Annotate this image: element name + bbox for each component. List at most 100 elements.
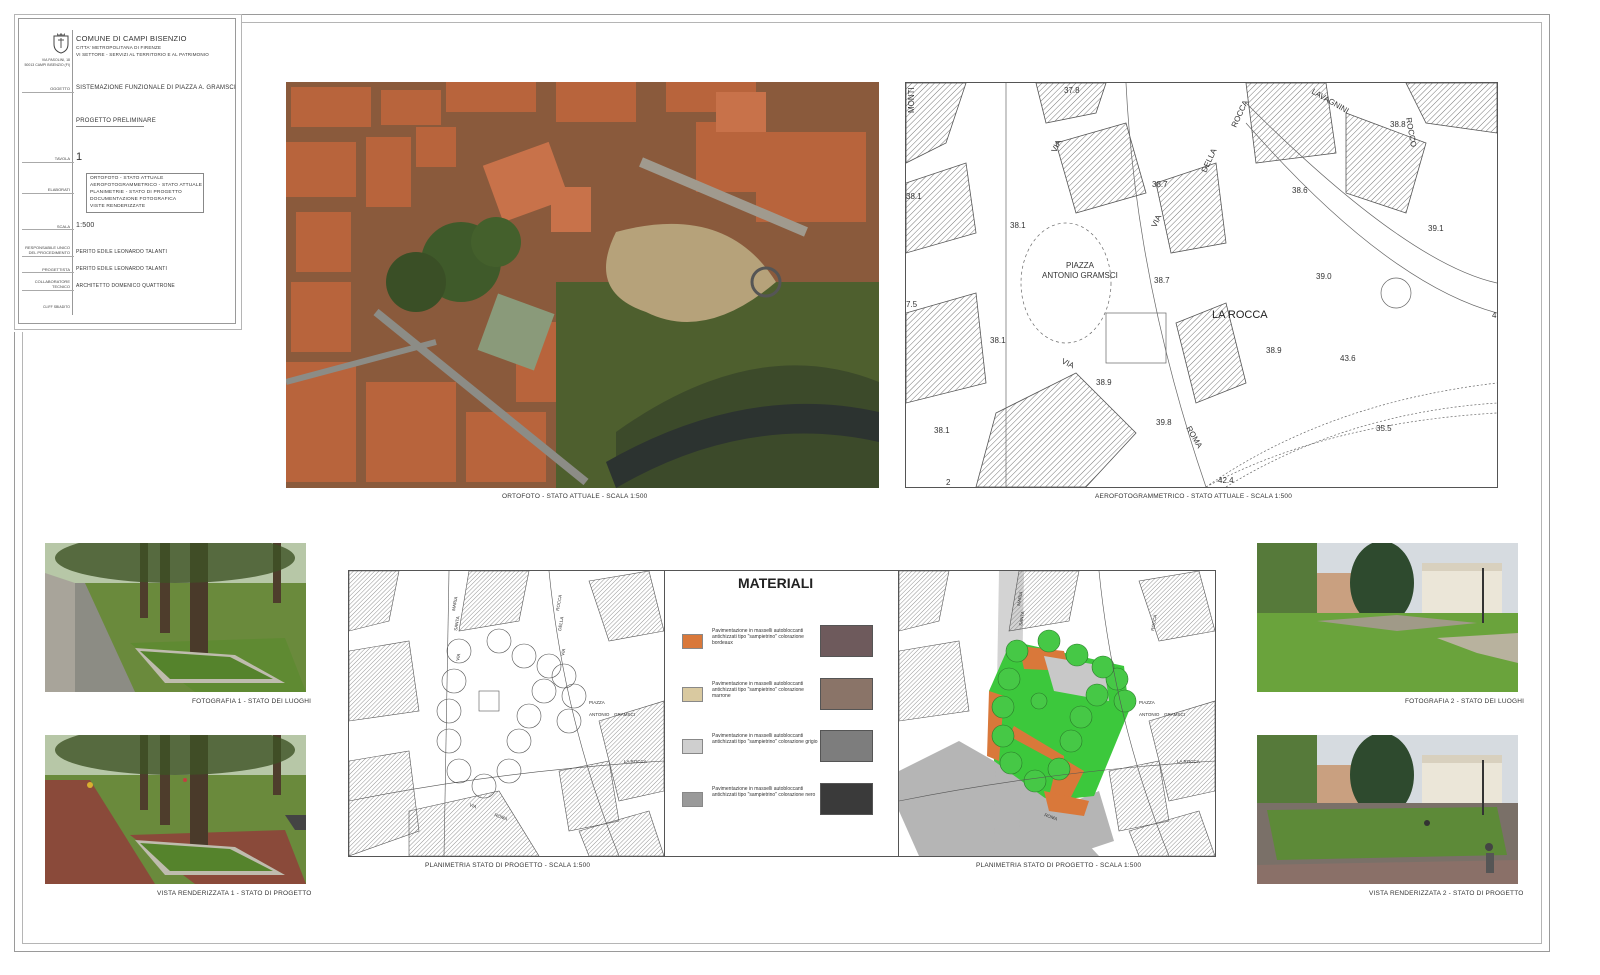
plan-left-label-via-2: VIA [560, 648, 566, 656]
plan-left-label-piazza: PIAZZA [589, 700, 605, 705]
elevation-label: 4 [1492, 311, 1497, 320]
value-collaboratore: Architetto Domenico Quattrone [76, 283, 175, 289]
plan-left-label-la-rocca: LA ROCCA [624, 759, 647, 764]
vista-2-drawing [1257, 735, 1518, 884]
label-elaborati: Elaborati [47, 187, 70, 192]
row-rule [22, 290, 74, 291]
caption-plan-right: Planimetria stato di progetto - Scala 1:… [976, 862, 1142, 869]
municipality-crest-icon [53, 33, 69, 54]
elevation-label: 38.1 [906, 192, 922, 201]
plan-right-label-gramsci: GRAMSCI [1164, 712, 1185, 717]
label-collaboratore: Collaboratore Tecnico [34, 279, 70, 289]
map-label-via-3: VIA [1060, 357, 1076, 371]
plan-left-label-gramsci: GRAMSCI [614, 712, 635, 717]
material-row: Pavimentazione in masselli autobloccanti… [682, 625, 882, 659]
caption-vista-2: Vista renderizzata 2 - Stato di progetto [1369, 890, 1524, 897]
plan-left-label-della: DELLA [557, 616, 564, 631]
elaborato-item: Documentazione fotografica [90, 197, 177, 202]
label-rup: Responsabile Unico del Procedimento [25, 245, 70, 255]
material-swatch [682, 792, 703, 807]
elevation-label: 38.6 [1292, 186, 1308, 195]
material-text: Pavimentazione in masselli autobloccanti… [712, 628, 804, 646]
material-row: Pavimentazione in masselli autobloccanti… [682, 730, 882, 764]
plan-left-label-antonio: ANTONIO [589, 712, 610, 717]
value-fase: Progetto Preliminare [76, 118, 156, 124]
plan-right-svg: SANTA MARIA ROCCA PIAZZA ANTONIO GRAMSCI… [899, 571, 1215, 856]
plan-left-label-maria: MARIA [451, 596, 458, 611]
elaborato-item: Aerofotogrammetrico - Stato attuale [90, 183, 203, 188]
value-scala: 1:500 [76, 222, 95, 229]
caption-foto-1: Fotografia 1 - Stato dei luoghi [192, 698, 312, 705]
material-texture [820, 625, 873, 657]
plan-right-drawing: SANTA MARIA ROCCA PIAZZA ANTONIO GRAMSCI… [899, 571, 1215, 856]
elevation-label: 37.8 [1064, 86, 1080, 95]
foto-2-drawing [1257, 543, 1518, 692]
label-oggetto: Oggetto [50, 86, 70, 91]
elevation-label: 38.9 [1096, 378, 1112, 387]
material-swatch [682, 739, 703, 754]
elevation-label: 39.8 [1156, 418, 1172, 427]
row-rule [22, 229, 74, 230]
elevation-label: 42.4 [1218, 476, 1234, 485]
vista-1-image [45, 735, 306, 884]
material-texture [820, 730, 873, 762]
foto-2-image [1257, 543, 1518, 692]
map-label-roma: ROMA [1184, 425, 1204, 451]
foto-1-image [45, 543, 306, 692]
row-rule [22, 92, 74, 93]
elevation-label: 2 [946, 478, 951, 487]
plan-divider-left [664, 571, 665, 856]
elaborato-item: Planimetrie - Stato di progetto [90, 190, 182, 195]
elaborati-box: Ortofoto - Stato attuale Aerofotogrammet… [86, 173, 204, 213]
material-row: Pavimentazione in masselli autobloccanti… [682, 783, 882, 817]
address-line2: 50013 Campi Bisenzio (FI) [24, 63, 70, 67]
material-text: Pavimentazione in masselli autobloccanti… [712, 681, 804, 699]
municipality-sub1: Citta' Metropolitana di Firenze [76, 45, 162, 50]
row-rule [22, 256, 74, 257]
elevation-label: 39.0 [1316, 272, 1332, 281]
label-progettista: Progettista [42, 267, 70, 272]
material-text: Pavimentazione in masselli autobloccanti… [712, 733, 818, 745]
elevation-label: 38.9 [1266, 346, 1282, 355]
elevation-label: 38.7 [1154, 276, 1170, 285]
material-texture [820, 678, 873, 710]
materials-title: MATERIALI [738, 575, 814, 591]
plan-left-label-via: VIA [455, 653, 461, 661]
elevation-label: 38.1 [990, 336, 1006, 345]
caption-vista-1: Vista renderizzata 1 - Stato di progetto [157, 890, 312, 897]
plan-right-label-la-rocca: LA ROCCA [1177, 759, 1200, 764]
row-rule [22, 193, 74, 194]
map-label-monti: MONTI [907, 87, 916, 113]
aerofoto-drawing: MONTI VIA VIA DELLA ROCCA LAVAGNINI ROCC… [906, 83, 1497, 487]
value-tavola: 1 [76, 151, 83, 163]
elevation-label: 38.1 [934, 426, 950, 435]
elevation-label: 43.6 [1340, 354, 1356, 363]
map-label-via-2: VIA [1150, 213, 1164, 229]
caption-aerofoto: Aerofotogrammetrico - Stato attuale - Sc… [1095, 493, 1293, 500]
elaborato-item: Ortofoto - Stato attuale [90, 176, 164, 181]
fase-underline [76, 126, 144, 127]
caption-plan-left: Planimetria stato di progetto - Scala 1:… [425, 862, 591, 869]
label-footer: Cliff Sbiadito [43, 305, 70, 309]
plan-left-drawing: VIA SANTA MARIA VIA DELLA ROCCA PIAZZA A… [349, 571, 664, 856]
vista-1-drawing [45, 735, 306, 884]
municipality-sub2: VI Settore - Servizi al Territorio e al … [76, 52, 209, 57]
plan-left-label-rocca: ROCCA [555, 594, 563, 611]
plan-right-label-antonio: ANTONIO [1139, 712, 1160, 717]
value-oggetto: Sistemazione Funzionale di Piazza A. Gra… [76, 85, 236, 91]
row-rule [22, 162, 74, 163]
elevation-label: 38.7 [1152, 180, 1168, 189]
ortofoto-image [286, 82, 879, 488]
row-rule [22, 272, 74, 273]
plan-left-svg: VIA SANTA MARIA VIA DELLA ROCCA PIAZZA A… [349, 571, 664, 856]
elevation-label: 7.5 [906, 300, 918, 309]
map-label-piazza: PIAZZA [1066, 261, 1095, 270]
value-progettista: Perito Edile Leonardo Talanti [76, 266, 168, 272]
elevation-label: 38.1 [1010, 221, 1026, 230]
caption-ortofoto: Ortofoto - Stato attuale - Scala 1:500 [502, 493, 648, 500]
foto-1-drawing [45, 543, 306, 692]
elevation-label: 35.5 [1376, 424, 1392, 433]
material-texture [820, 783, 873, 815]
municipality-name: Comune di Campi Bisenzio [76, 34, 187, 43]
aerofoto-map: MONTI VIA VIA DELLA ROCCA LAVAGNINI ROCC… [905, 82, 1498, 488]
